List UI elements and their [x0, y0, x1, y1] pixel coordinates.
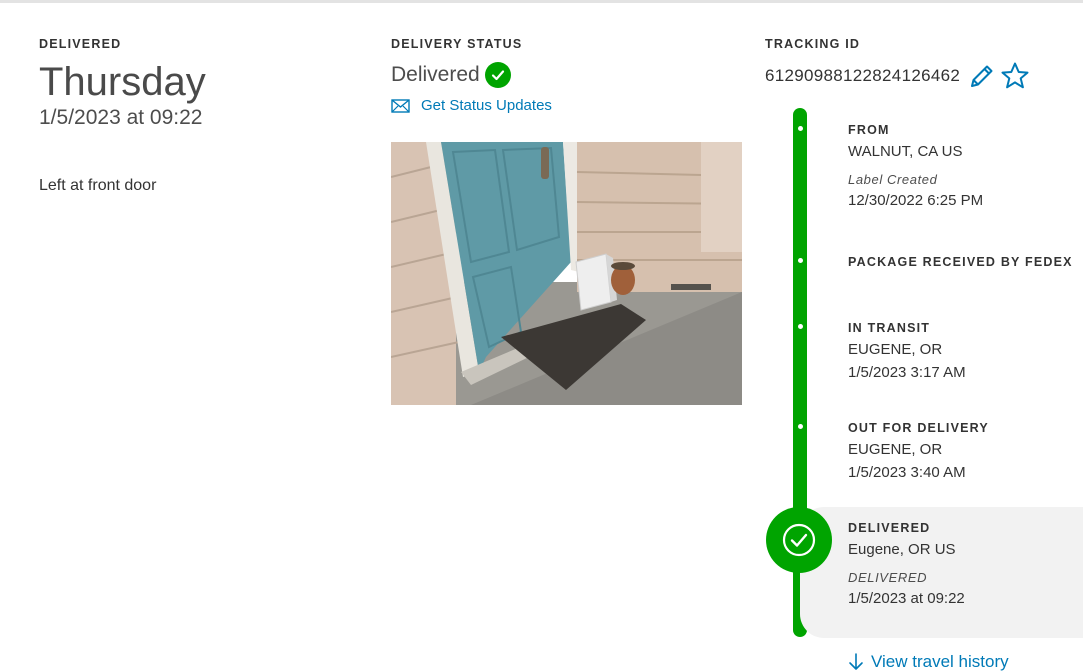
event-label: DELIVERED	[848, 521, 931, 535]
view-travel-history-link[interactable]: View travel history	[848, 652, 1009, 672]
event-label: FROM	[848, 123, 890, 137]
event-location: WALNUT, CA US	[848, 143, 963, 160]
delivery-status-section: DELIVERY STATUS Delivered Get Status Upd…	[391, 37, 751, 405]
status-text: Delivered	[391, 63, 480, 86]
event-datetime: 1/5/2023 3:17 AM	[848, 364, 966, 381]
timeline-event-in-transit: IN TRANSIT EUGENE, OR 1/5/2023 3:17 AM	[848, 321, 966, 381]
check-icon	[484, 62, 511, 88]
timeline-dot	[798, 126, 803, 131]
view-travel-history-label: View travel history	[871, 652, 1009, 671]
timeline-event-received: PACKAGE RECEIVED BY FEDEX	[848, 255, 1073, 269]
pencil-icon[interactable]	[968, 62, 996, 90]
timeline-event-delivered: DELIVERED Eugene, OR US DELIVERED 1/5/20…	[848, 521, 965, 607]
top-divider	[0, 0, 1083, 3]
event-location: Eugene, OR US	[848, 541, 956, 558]
timeline-dot	[798, 258, 803, 263]
delivery-day: Thursday	[39, 60, 206, 104]
get-status-updates-link[interactable]: Get Status Updates	[391, 97, 751, 114]
delivery-photo[interactable]	[391, 142, 742, 405]
timeline-event-out-for-delivery: OUT FOR DELIVERY EUGENE, OR 1/5/2023 3:4…	[848, 421, 989, 481]
tracking-section: TRACKING ID 612909881228241264​62	[765, 37, 1083, 91]
delivered-check-icon	[766, 507, 832, 573]
event-sub-label: DELIVERED	[848, 570, 928, 585]
event-datetime: 12/30/2022 6:25 PM	[848, 192, 984, 209]
status-row: Delivered	[391, 62, 751, 88]
event-label: IN TRANSIT	[848, 321, 931, 335]
event-location: EUGENE, OR	[848, 441, 943, 458]
event-label: PACKAGE RECEIVED BY FEDEX	[848, 255, 1073, 269]
timeline-dot	[798, 424, 803, 429]
event-label: OUT FOR DELIVERY	[848, 421, 989, 435]
tracking-id-label: TRACKING ID	[765, 37, 861, 51]
delivered-summary: DELIVERED Thursday 1/5/2023 at 09:22 Lef…	[39, 37, 359, 195]
get-status-updates-label: Get Status Updates	[421, 97, 552, 114]
tracking-number: 612909881228241264​62	[765, 66, 961, 85]
arrow-down-icon	[849, 653, 863, 670]
event-sub-label: Label Created	[848, 172, 938, 187]
delivery-note: Left at front door	[39, 177, 157, 194]
event-location: EUGENE, OR	[848, 341, 943, 358]
event-datetime: 1/5/2023 at 09:22	[848, 590, 965, 607]
delivered-label: DELIVERED	[39, 37, 122, 51]
envelope-icon	[391, 98, 410, 113]
event-datetime: 1/5/2023 3:40 AM	[848, 464, 966, 481]
tracking-row: 612909881228241264​62	[765, 61, 1083, 91]
timeline-dot	[798, 324, 803, 329]
delivery-status-label: DELIVERY STATUS	[391, 37, 523, 51]
star-icon[interactable]	[1000, 61, 1030, 91]
timeline-event-from: FROM WALNUT, CA US Label Created 12/30/2…	[848, 123, 983, 209]
delivery-datetime: 1/5/2023 at 09:22	[39, 106, 203, 129]
